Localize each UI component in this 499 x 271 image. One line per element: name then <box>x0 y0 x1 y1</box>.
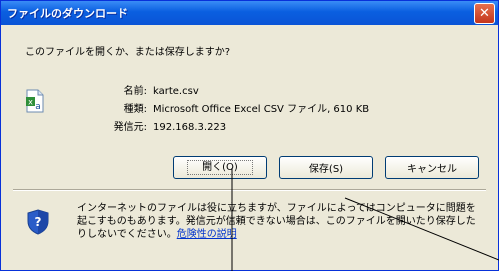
annotation-line-save <box>344 197 499 261</box>
annotation-lines <box>231 168 499 271</box>
